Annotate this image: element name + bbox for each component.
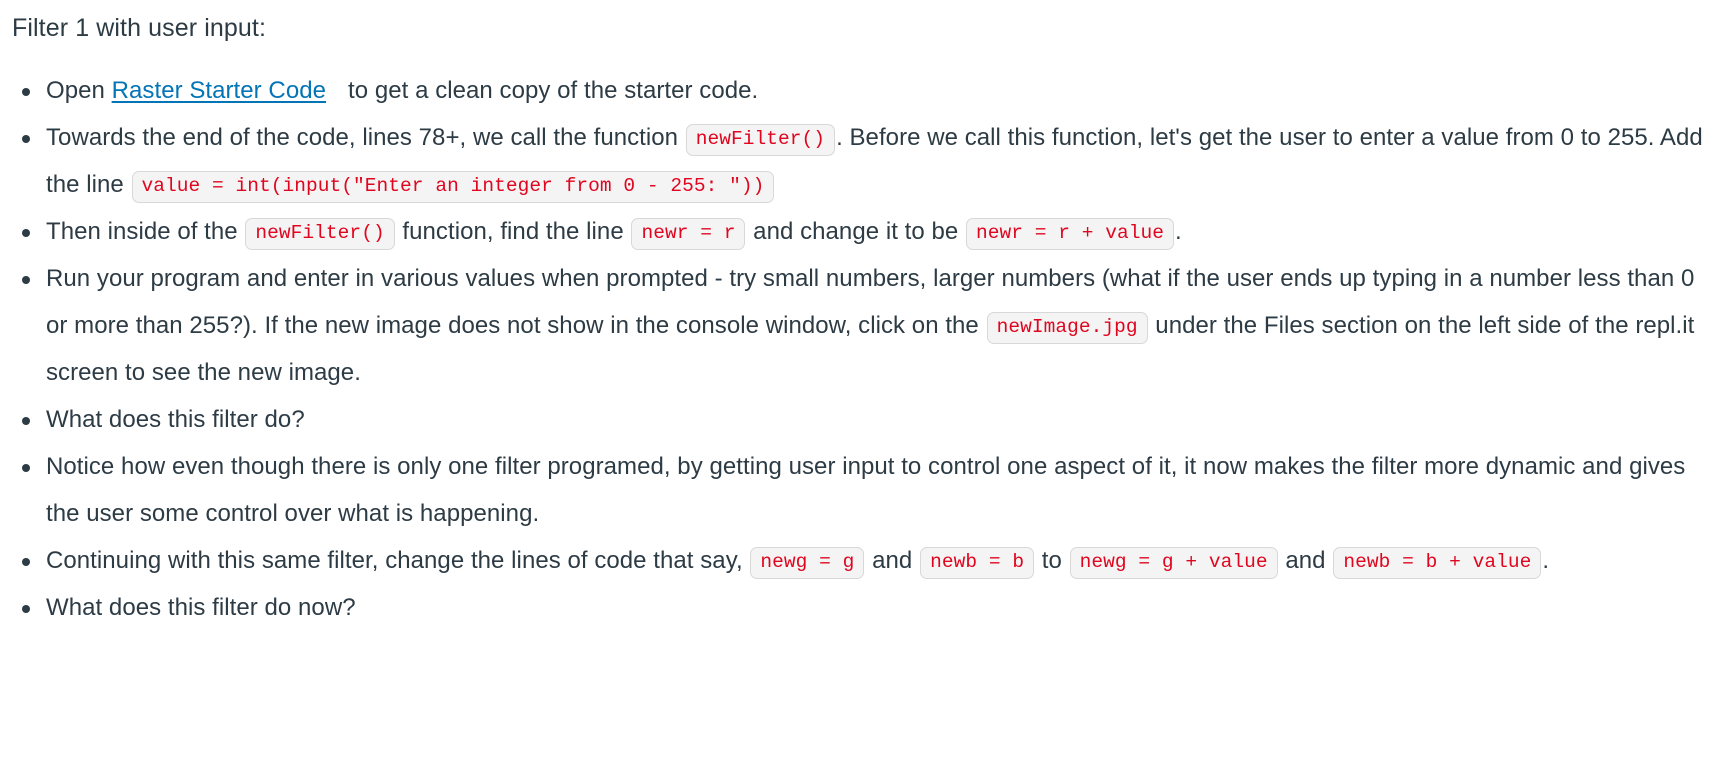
list-item-what-does-filter-do-now: What does this filter do now? bbox=[22, 584, 1714, 631]
list-item-add-input-line: Towards the end of the code, lines 78+, … bbox=[22, 114, 1714, 208]
text-segment: . bbox=[1542, 546, 1550, 574]
text-segment: and bbox=[865, 546, 920, 574]
code-newr-equals-r-plus-value: newr = r + value bbox=[966, 217, 1175, 250]
code-newg-equals-g-plus-value: newg = g + value bbox=[1069, 546, 1278, 579]
text-segment: Continuing with this same filter, change… bbox=[46, 546, 750, 574]
text-segment: and bbox=[1278, 546, 1333, 574]
code-newb-equals-b-plus-value: newb = b + value bbox=[1333, 546, 1542, 579]
list-item-open-starter-code: Open Raster Starter Code to get a clean c… bbox=[22, 67, 1714, 114]
text-segment: to bbox=[1035, 546, 1069, 574]
text-segment: . bbox=[1175, 217, 1182, 245]
code-newg-equals-g: newg = g bbox=[750, 546, 865, 579]
text-segment: Then inside of the bbox=[46, 217, 245, 245]
raster-starter-code-link[interactable]: Raster Starter Code bbox=[112, 77, 326, 104]
list-item-change-newr-line: Then inside of the newFilter() function,… bbox=[22, 208, 1714, 255]
text-segment: function, find the line bbox=[395, 217, 631, 245]
text-segment: to get a clean copy of the starter code. bbox=[348, 76, 759, 104]
text-segment: Open bbox=[46, 76, 112, 104]
code-newimage-jpg: newImage.jpg bbox=[986, 311, 1148, 344]
text-segment: Notice how even though there is only one… bbox=[46, 452, 1686, 527]
instructions-page: Filter 1 with user input: Open Raster St… bbox=[0, 0, 1734, 631]
list-item-change-newg-newb: Continuing with this same filter, change… bbox=[22, 537, 1714, 584]
list-item-what-does-filter-do: What does this filter do? bbox=[22, 396, 1714, 443]
text-segment: and change it to be bbox=[746, 217, 966, 245]
code-newfilter-function: newFilter() bbox=[245, 217, 395, 250]
instruction-list: Open Raster Starter Code to get a clean c… bbox=[12, 67, 1714, 631]
code-value-input-line: value = int(input("Enter an integer from… bbox=[131, 170, 775, 203]
code-newfilter-call: newFilter() bbox=[685, 123, 836, 156]
code-newr-equals-r: newr = r bbox=[631, 217, 746, 250]
code-newb-equals-b: newb = b bbox=[920, 546, 1035, 579]
page-title: Filter 1 with user input: bbox=[12, 14, 266, 42]
text-segment: What does this filter do now? bbox=[46, 593, 356, 621]
text-segment: Towards the end of the code, lines 78+, … bbox=[46, 123, 685, 151]
list-item-dynamic-filter-note: Notice how even though there is only one… bbox=[22, 443, 1714, 537]
text-segment: What does this filter do? bbox=[46, 405, 305, 433]
list-item-run-and-test: Run your program and enter in various va… bbox=[22, 255, 1714, 396]
